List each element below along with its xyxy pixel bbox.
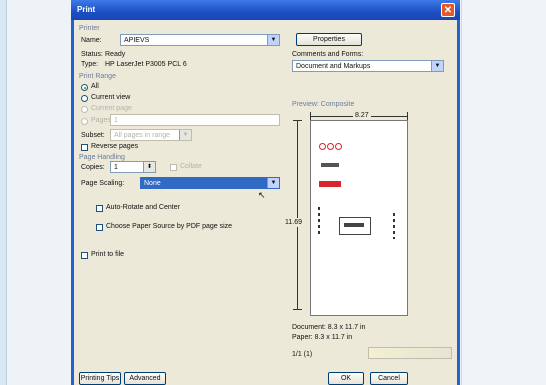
choose-paper-source-label: Choose Paper Source by PDF page size (106, 223, 233, 230)
current-view-label: Current view (91, 94, 131, 101)
properties-button[interactable]: Properties (296, 33, 362, 46)
cancel-label: Cancel (378, 375, 400, 382)
card-text-graphic (344, 223, 364, 227)
ok-label: OK (340, 375, 352, 382)
close-button[interactable]: ✕ (441, 3, 455, 17)
subset-label: Subset: (81, 132, 105, 139)
printing-tips-button[interactable]: Printing Tips (79, 372, 121, 385)
preview-label: Preview: Composite (292, 101, 355, 108)
title-bar[interactable]: Print ✕ (71, 0, 460, 20)
copies-label: Copies: (81, 164, 105, 171)
printer-name-label: Name: (81, 37, 102, 44)
dashed-mark-graphic (318, 207, 320, 237)
chevron-down-icon: ▼ (267, 178, 279, 188)
advanced-label: Advanced (129, 375, 161, 382)
current-page-label: Current page (91, 105, 132, 112)
preview-width: 8.27 (353, 112, 371, 119)
status-value: Ready (105, 51, 126, 58)
page-scaling-label: Page Scaling: (81, 180, 125, 187)
preview-height: 11.69 (285, 218, 302, 227)
printing-tips-label: Printing Tips (80, 375, 120, 382)
subset-select[interactable]: All pages in range ▼ (110, 129, 192, 141)
chevron-down-icon: ▼ (267, 35, 279, 45)
page-indicator: 1/1 (1) (292, 351, 313, 358)
page-handling-section-label: Page Handling (79, 154, 125, 161)
print-to-file-checkbox[interactable] (81, 252, 88, 259)
comments-forms-select[interactable]: Document and Markups ▼ (292, 60, 444, 72)
all-radio[interactable] (81, 84, 88, 91)
subset-value: All pages in range (114, 132, 171, 139)
page-scaling-select[interactable]: None ▼ (140, 177, 280, 189)
page-scaling-value: None (144, 180, 161, 187)
copies-value: 1 (114, 164, 118, 171)
cancel-button[interactable]: Cancel (370, 372, 408, 385)
cursor-pointer-icon: ↖ (258, 190, 266, 200)
properties-label: Properties (313, 36, 345, 43)
pages-value: 1 (114, 117, 118, 124)
printer-name-value: APIEVS (124, 37, 150, 44)
chevron-down-icon: ▼ (431, 61, 443, 71)
copies-stepper[interactable]: 1 ⬍ (110, 161, 156, 173)
grey-mark-graphic (321, 163, 339, 167)
card-graphic (339, 217, 371, 235)
printer-name-select[interactable]: APIEVS ▼ (120, 34, 280, 46)
pages-input[interactable]: 1 (110, 114, 280, 126)
reverse-pages-label: Reverse pages (91, 143, 139, 150)
comments-forms-value: Document and Markups (296, 63, 371, 70)
pages-label: Pages (91, 117, 111, 124)
pages-radio[interactable] (81, 118, 88, 125)
dimension-tick (293, 120, 302, 121)
all-label: All (91, 83, 99, 90)
page-preview (310, 120, 408, 316)
print-to-file-label: Print to file (91, 251, 125, 258)
reverse-pages-checkbox[interactable] (81, 144, 88, 151)
left-frame (0, 0, 7, 385)
type-label: Type: (81, 61, 99, 68)
chevron-down-icon: ▼ (179, 130, 191, 140)
print-dialog: Print ✕ Printer Name: APIEVS ▼ Status: R… (71, 0, 460, 385)
height-dimension-line (297, 120, 298, 310)
comments-forms-label: Comments and Forms: (292, 51, 364, 58)
ok-button[interactable]: OK (328, 372, 364, 385)
advanced-button[interactable]: Advanced (124, 372, 166, 385)
print-range-section-label: Print Range (79, 73, 116, 80)
printer-section-label: Printer (79, 25, 100, 32)
status-label: Status: (81, 51, 103, 58)
dimension-tick (293, 309, 302, 310)
close-icon: ✕ (443, 5, 453, 16)
right-frame (461, 0, 546, 385)
current-view-radio[interactable] (81, 95, 88, 102)
red-logo-graphic (319, 143, 345, 150)
auto-rotate-checkbox[interactable] (96, 205, 103, 212)
window-title: Print (77, 5, 96, 14)
collate-checkbox[interactable] (170, 164, 177, 171)
current-page-radio[interactable] (81, 106, 88, 113)
dashed-mark-graphic (393, 213, 395, 239)
choose-paper-source-checkbox[interactable] (96, 224, 103, 231)
document-size: Document: 8.3 x 11.7 in (292, 324, 366, 331)
collate-label: Collate (180, 163, 202, 170)
stepper-arrows-icon: ⬍ (143, 162, 155, 172)
type-value: HP LaserJet P3005 PCL 6 (105, 61, 187, 68)
auto-rotate-label: Auto-Rotate and Center (106, 204, 180, 211)
page-slider[interactable] (368, 347, 452, 359)
red-logo-graphic-2 (319, 181, 341, 187)
paper-size: Paper: 8.3 x 11.7 in (292, 334, 353, 341)
